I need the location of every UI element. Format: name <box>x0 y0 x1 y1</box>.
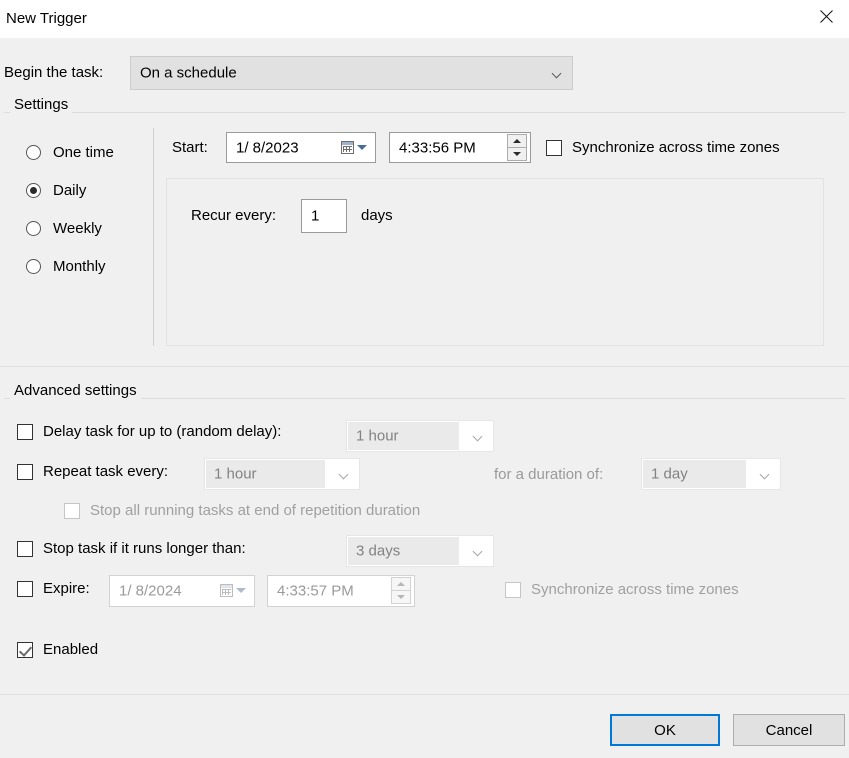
close-button[interactable] <box>803 0 849 32</box>
recur-every-label: Recur every: <box>191 207 277 224</box>
radio-daily-label: Daily <box>53 182 87 199</box>
recur-every-field[interactable]: 1 <box>301 199 347 233</box>
ok-button[interactable]: OK <box>610 714 720 746</box>
radio-icon <box>26 145 41 160</box>
stop-if-longer-combobox[interactable]: 3 days <box>346 535 494 567</box>
delay-task-value: 1 hour <box>356 427 399 445</box>
stop-if-longer-label: Stop task if it runs longer than: <box>43 540 246 557</box>
cancel-button-label: Cancel <box>765 721 813 739</box>
chevron-down-icon <box>236 588 246 593</box>
calendar-icon <box>220 584 233 597</box>
checkbox-stop-if-longer[interactable]: Stop task if it runs longer than: <box>17 540 246 557</box>
begin-task-label: Begin the task: <box>4 64 104 81</box>
start-date-field[interactable]: 1/ 8/2023 <box>226 132 376 163</box>
calendar-icon <box>341 140 354 154</box>
settings-group-title: Settings <box>10 96 73 113</box>
checkbox-repeat-task[interactable]: Repeat task every: <box>17 463 168 480</box>
sync-time-zones-start-label: Synchronize across time zones <box>572 139 780 156</box>
chevron-down-icon <box>474 433 483 442</box>
delay-task-label: Delay task for up to (random delay): <box>43 423 282 440</box>
spinner-down-icon[interactable] <box>391 590 411 604</box>
advanced-group-title: Advanced settings <box>10 382 141 399</box>
spinner-up-icon[interactable] <box>507 133 527 148</box>
checkbox-enabled[interactable]: Enabled <box>17 641 98 658</box>
expire-label: Expire: <box>43 580 90 597</box>
recur-unit-label: days <box>361 207 393 224</box>
calendar-dropdown[interactable] <box>341 140 371 156</box>
radio-one-time-label: One time <box>53 144 114 161</box>
start-label: Start: <box>172 139 208 156</box>
checkbox-icon <box>505 581 521 598</box>
settings-divider <box>153 128 154 346</box>
chevron-down-icon <box>553 70 562 79</box>
repeat-duration-combobox[interactable]: 1 day <box>641 458 781 490</box>
radio-daily[interactable]: Daily <box>26 182 86 199</box>
checkbox-sync-time-zones-expire[interactable]: Synchronize across time zones <box>505 581 739 598</box>
begin-task-value: On a schedule <box>140 64 237 82</box>
checkbox-icon <box>17 580 33 597</box>
checkbox-icon <box>17 423 33 440</box>
checkbox-icon <box>17 641 33 658</box>
checkbox-icon <box>17 463 33 480</box>
start-time-value: 4:33:56 PM <box>399 139 476 156</box>
ok-button-label: OK <box>654 721 676 739</box>
start-time-field[interactable]: 4:33:56 PM <box>389 132 531 163</box>
radio-icon <box>26 259 41 274</box>
checkbox-sync-time-zones-start[interactable]: Synchronize across time zones <box>546 139 780 156</box>
recur-every-value: 1 <box>311 207 320 225</box>
expire-time-field[interactable]: 4:33:57 PM <box>267 575 415 607</box>
cancel-button[interactable]: Cancel <box>733 714 845 746</box>
checkbox-delay-task[interactable]: Delay task for up to (random delay): <box>17 423 281 440</box>
checkbox-icon <box>17 540 33 557</box>
chevron-down-icon <box>340 471 349 480</box>
footer-separator <box>0 694 849 695</box>
chevron-down-icon <box>357 144 367 150</box>
chevron-down-icon <box>474 548 483 557</box>
chevron-down-icon <box>761 471 770 480</box>
repeat-duration-value: 1 day <box>651 465 688 483</box>
start-time-spinner[interactable] <box>507 133 527 162</box>
radio-monthly[interactable]: Monthly <box>26 258 106 275</box>
radio-one-time[interactable]: One time <box>26 144 114 161</box>
expire-date-value: 1/ 8/2024 <box>119 582 182 600</box>
delay-task-combobox[interactable]: 1 hour <box>346 420 494 452</box>
recurrence-panel: Recur every: 1 days <box>166 178 824 346</box>
start-date-value: 1/ 8/2023 <box>236 139 299 156</box>
repeat-duration-label: for a duration of: <box>494 466 604 483</box>
sync-time-zones-expire-label: Synchronize across time zones <box>531 581 739 598</box>
repeat-task-value: 1 hour <box>214 465 257 483</box>
new-trigger-dialog: New Trigger Begin the task: On a schedul… <box>0 0 849 758</box>
expire-time-value: 4:33:57 PM <box>277 582 354 600</box>
checkbox-icon <box>64 502 80 519</box>
window-title: New Trigger <box>6 10 87 27</box>
enabled-label: Enabled <box>43 641 99 658</box>
radio-weekly-label: Weekly <box>53 220 102 237</box>
calendar-dropdown[interactable] <box>220 583 250 599</box>
close-icon <box>819 9 834 24</box>
stop-all-running-tasks-label: Stop all running tasks at end of repetit… <box>90 502 421 519</box>
checkbox-expire[interactable]: Expire: <box>17 580 90 597</box>
expire-time-spinner[interactable] <box>391 577 411 605</box>
radio-icon <box>26 221 41 236</box>
spinner-down-icon[interactable] <box>507 146 527 161</box>
checkbox-stop-all-running-tasks[interactable]: Stop all running tasks at end of repetit… <box>64 502 420 519</box>
spinner-up-icon[interactable] <box>391 577 411 591</box>
begin-task-combobox[interactable]: On a schedule <box>130 56 573 90</box>
repeat-task-combobox[interactable]: 1 hour <box>204 458 360 490</box>
checkbox-icon <box>546 139 562 156</box>
radio-weekly[interactable]: Weekly <box>26 220 102 237</box>
title-bar: New Trigger <box>0 0 849 38</box>
radio-monthly-label: Monthly <box>53 258 106 275</box>
expire-date-field[interactable]: 1/ 8/2024 <box>109 575 255 607</box>
radio-icon <box>26 183 41 198</box>
stop-if-longer-value: 3 days <box>356 542 401 560</box>
settings-advanced-separator <box>0 366 849 367</box>
settings-group-border <box>4 112 845 113</box>
repeat-task-label: Repeat task every: <box>43 463 169 480</box>
